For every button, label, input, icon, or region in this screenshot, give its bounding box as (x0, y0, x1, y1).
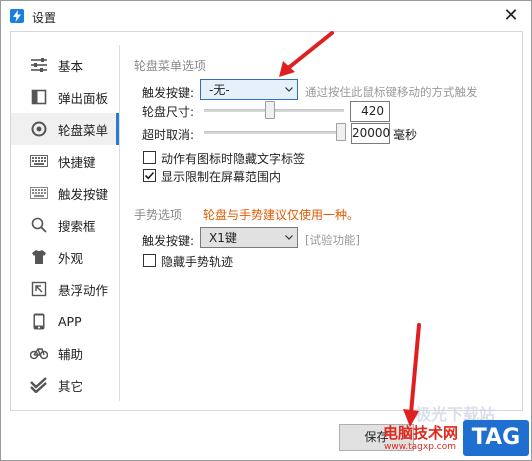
gesture-section-title: 手势选项 (134, 208, 183, 222)
keyboard-icon (29, 151, 49, 171)
sidebar-item-label: 触发按键 (58, 186, 109, 202)
watermark-url: www.tagxp.com (384, 442, 456, 452)
shirt-icon (29, 247, 49, 267)
wheel-icon (29, 119, 49, 139)
sidebar-item-wheel-menu[interactable]: 轮盘菜单 (11, 113, 119, 145)
sidebar-item-shortcuts[interactable]: 快捷键 (11, 145, 119, 177)
wheel-size-slider-thumb[interactable] (265, 101, 275, 119)
timeout-slider-thumb[interactable] (336, 123, 346, 141)
gesture-trigger-hint: [试验功能] (305, 233, 360, 247)
window-title: 设置 (32, 11, 57, 25)
watermark-badge: TAG (463, 420, 529, 456)
wheel-size-input[interactable]: 420 (350, 101, 390, 122)
limit-screen-label: 显示限制在屏幕范围内 (161, 170, 282, 184)
sliders-icon (29, 55, 49, 75)
sidebar-item-basic[interactable]: 基本 (11, 49, 119, 81)
hide-text-label: 动作有图标时隐藏文字标签 (161, 152, 306, 166)
sidebar-item-other[interactable]: 其它 (11, 369, 119, 401)
keyboard-icon (29, 183, 49, 203)
sidebar-item-label: 轮盘菜单 (58, 122, 109, 138)
search-icon (29, 215, 49, 235)
sidebar-item-label: 悬浮动作 (58, 282, 109, 298)
gesture-trigger-value: X1键 (209, 231, 237, 245)
timeout-input[interactable]: 20000 (351, 123, 390, 144)
gesture-note: 轮盘与手势建议仅使用一种。 (203, 208, 360, 222)
sidebar: 基本 弹出面板 轮盘菜单 快捷键 触发按键 搜索框 外观 悬浮动作 APP 辅助… (11, 43, 119, 403)
wheel-size-label: 轮盘尺寸: (142, 105, 195, 119)
popup-panel-icon (29, 87, 49, 107)
settings-window: 设置 ✕ 基本 弹出面板 轮盘菜单 快捷键 触发按键 搜索框 外观 悬浮动作 A… (0, 0, 532, 461)
double-check-icon (29, 375, 49, 395)
bike-icon (29, 343, 49, 363)
wheel-trigger-label: 触发按键: (142, 86, 195, 100)
sidebar-item-float-action[interactable]: 悬浮动作 (11, 273, 119, 305)
gesture-trigger-label: 触发按键: (142, 234, 195, 248)
timeout-unit: 毫秒 (393, 128, 418, 142)
sidebar-divider (119, 45, 120, 401)
hide-text-checkbox[interactable] (143, 151, 156, 164)
sidebar-item-app[interactable]: APP (11, 305, 119, 337)
sidebar-item-search-box[interactable]: 搜索框 (11, 209, 119, 241)
check-icon (144, 171, 155, 180)
wheel-trigger-hint: 通过按住此鼠标键移动的方式触发 (305, 85, 478, 99)
wheel-trigger-value: -无- (209, 83, 230, 97)
sidebar-item-label: 搜索框 (58, 218, 96, 234)
hide-trail-label: 隐藏手势轨迹 (161, 255, 234, 269)
limit-screen-checkbox[interactable] (143, 169, 156, 182)
close-button[interactable]: ✕ (491, 1, 531, 31)
hide-trail-checkbox[interactable] (143, 254, 156, 267)
chevron-down-icon (281, 87, 297, 92)
sidebar-item-assist[interactable]: 辅助 (11, 337, 119, 369)
wheel-section-title: 轮盘菜单选项 (134, 59, 207, 73)
sidebar-item-appearance[interactable]: 外观 (11, 241, 119, 273)
phone-icon (29, 311, 49, 331)
sidebar-item-popup-panel[interactable]: 弹出面板 (11, 81, 119, 113)
chevron-down-icon (281, 235, 297, 240)
timeout-label: 超时取消: (142, 128, 195, 142)
float-icon (29, 279, 49, 299)
watermark-text: 电脑技术网 (383, 424, 459, 442)
timeout-slider-track[interactable] (204, 131, 346, 134)
sidebar-item-label: APP (58, 313, 82, 329)
sidebar-item-label: 基本 (58, 58, 84, 74)
sidebar-item-label: 快捷键 (58, 154, 96, 170)
wheel-trigger-select[interactable]: -无- (200, 79, 298, 100)
sidebar-item-trigger-keys[interactable]: 触发按键 (11, 177, 119, 209)
gesture-trigger-select[interactable]: X1键 (200, 227, 298, 248)
sidebar-item-label: 弹出面板 (58, 90, 109, 106)
sidebar-item-label: 其它 (58, 378, 84, 394)
sidebar-item-label: 辅助 (58, 346, 84, 362)
title-bar: 设置 ✕ (1, 1, 531, 31)
sidebar-item-label: 外观 (58, 250, 84, 266)
app-lightning-icon (10, 9, 24, 23)
